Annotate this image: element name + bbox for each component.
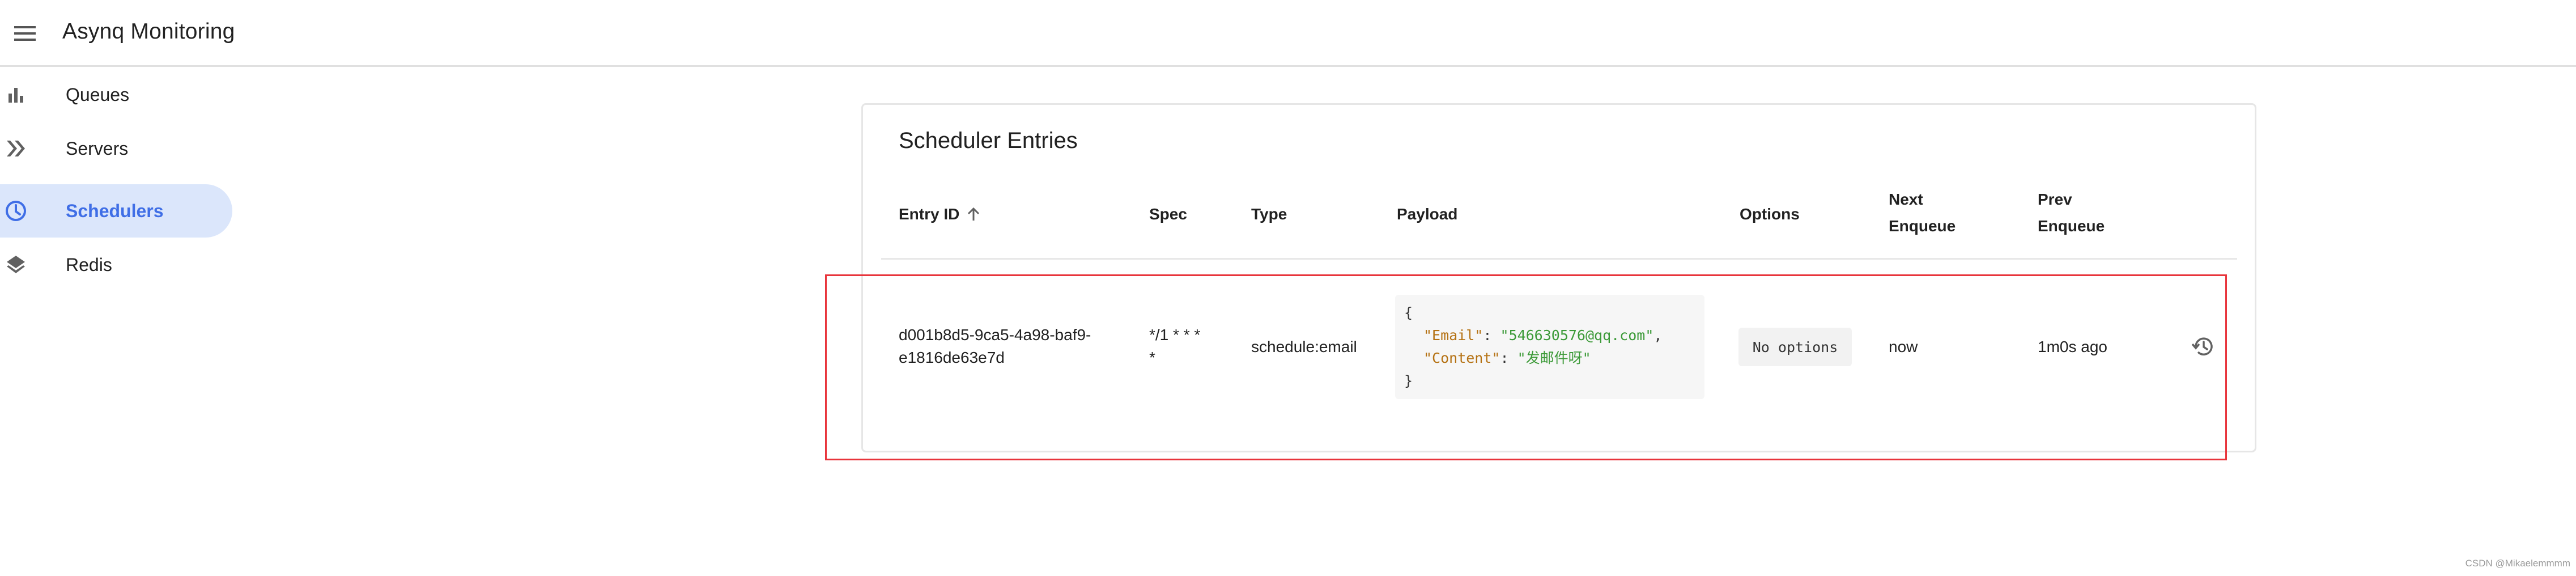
column-header-spec: Spec xyxy=(1149,205,1187,223)
column-header-line: Prev xyxy=(2038,190,2072,208)
column-header-payload: Payload xyxy=(1397,205,1458,223)
sidebar-item-label: Queues xyxy=(66,84,130,105)
sidebar-item-queues[interactable]: Queues xyxy=(0,68,232,121)
column-header-line: Next xyxy=(1889,190,1923,208)
menu-button[interactable] xyxy=(12,21,37,46)
layers-icon xyxy=(5,253,27,276)
column-header-type: Type xyxy=(1251,205,1287,223)
column-header-options: Options xyxy=(1740,205,1800,223)
highlight-annotation xyxy=(825,274,2227,460)
arrow-up-icon xyxy=(968,207,980,221)
column-header-line: Enqueue xyxy=(1889,217,1956,235)
double-chevron-right-icon xyxy=(5,137,27,160)
sidebar-item-label: Servers xyxy=(66,138,129,159)
app-title: Asynq Monitoring xyxy=(62,19,235,44)
column-header-next-enqueue: Next Enqueue xyxy=(1889,186,1956,239)
bar-chart-icon xyxy=(5,83,27,106)
sidebar-item-schedulers[interactable]: Schedulers xyxy=(0,184,232,238)
menu-icon xyxy=(14,26,36,41)
clock-icon xyxy=(5,200,27,222)
watermark: CSDN @Mikaelemmmm xyxy=(2465,558,2570,569)
sidebar-item-servers[interactable]: Servers xyxy=(0,122,232,175)
table-header-divider xyxy=(881,258,2237,260)
app-bar: Asynq Monitoring xyxy=(0,0,2576,67)
page-title: Scheduler Entries xyxy=(899,128,1078,153)
sidebar-item-label: Schedulers xyxy=(66,200,164,221)
column-header-prev-enqueue: Prev Enqueue xyxy=(2038,186,2105,239)
column-header-label: Entry ID xyxy=(899,205,960,223)
sidebar-item-label: Redis xyxy=(66,254,112,275)
column-header-line: Enqueue xyxy=(2038,217,2105,235)
sidebar-item-redis[interactable]: Redis xyxy=(0,238,232,291)
column-header-entry-id[interactable]: Entry ID xyxy=(899,201,981,227)
